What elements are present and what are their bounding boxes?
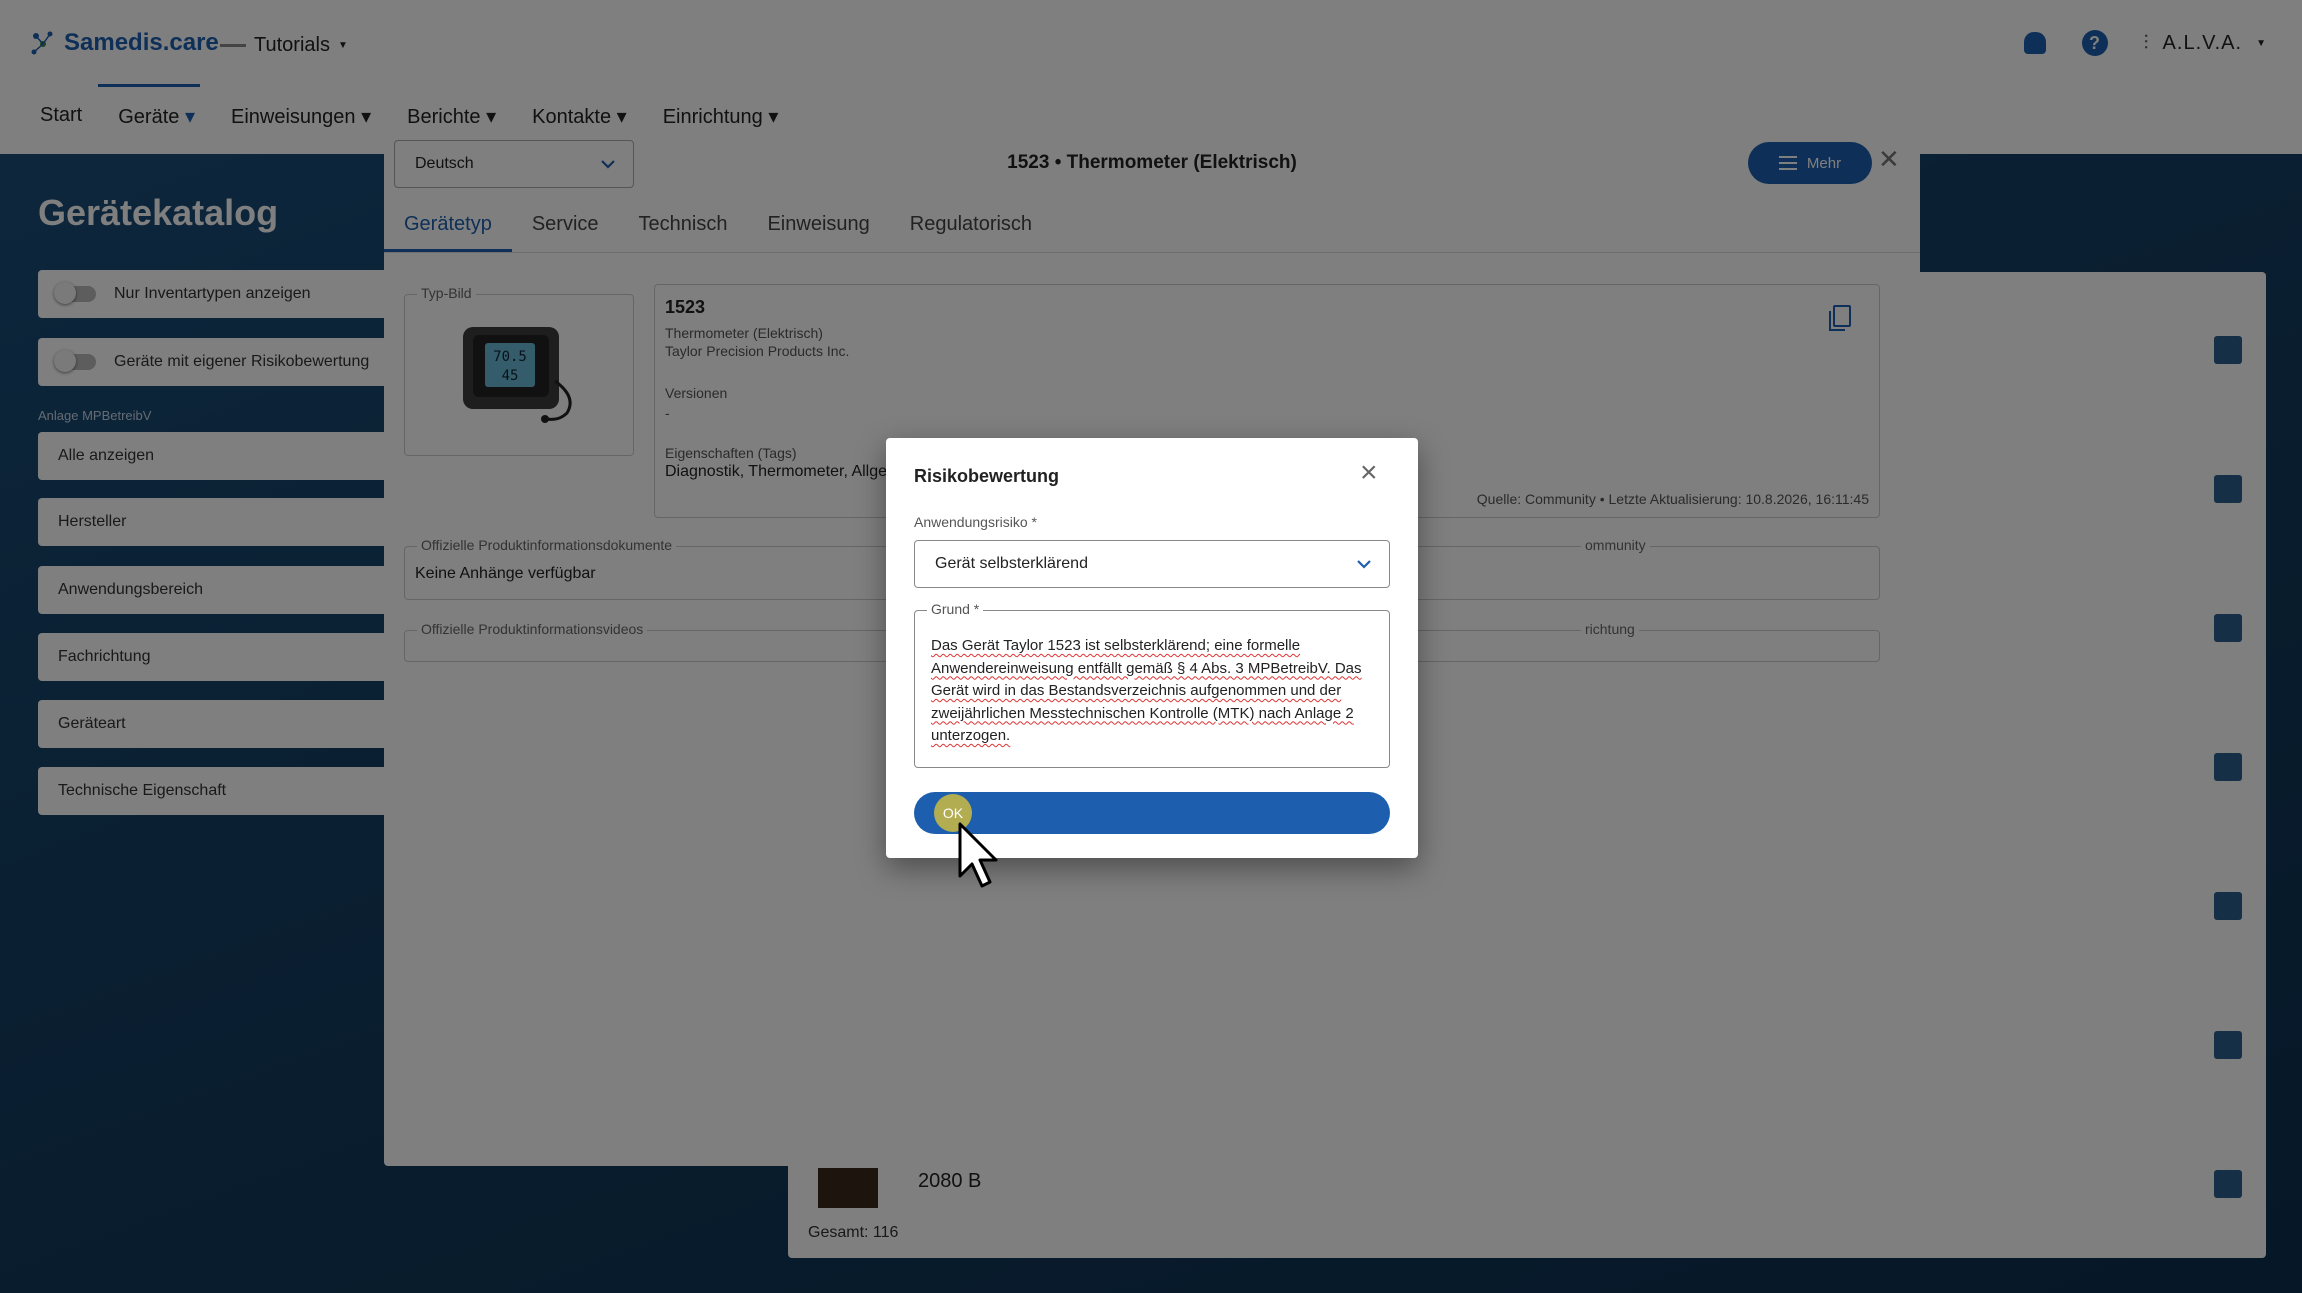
risk-assessment-dialog: Risikobewertung × Anwendungsrisiko * Ger… bbox=[886, 438, 1418, 858]
reason-text: Das Gerät Taylor 1523 ist selbsterklären… bbox=[931, 637, 1362, 744]
risk-select[interactable]: Gerät selbsterklärend bbox=[914, 540, 1390, 588]
risk-value: Gerät selbsterklärend bbox=[935, 555, 1088, 572]
close-icon[interactable]: × bbox=[1360, 458, 1378, 488]
cursor-icon bbox=[958, 822, 998, 888]
chevron-down-icon bbox=[1357, 560, 1371, 569]
reason-label: Grund * bbox=[927, 601, 984, 617]
reason-textarea[interactable]: Grund * Das Gerät Taylor 1523 ist selbst… bbox=[914, 601, 1390, 768]
dialog-title: Risikobewertung bbox=[914, 466, 1060, 486]
risk-label: Anwendungsrisiko * bbox=[914, 514, 1037, 530]
